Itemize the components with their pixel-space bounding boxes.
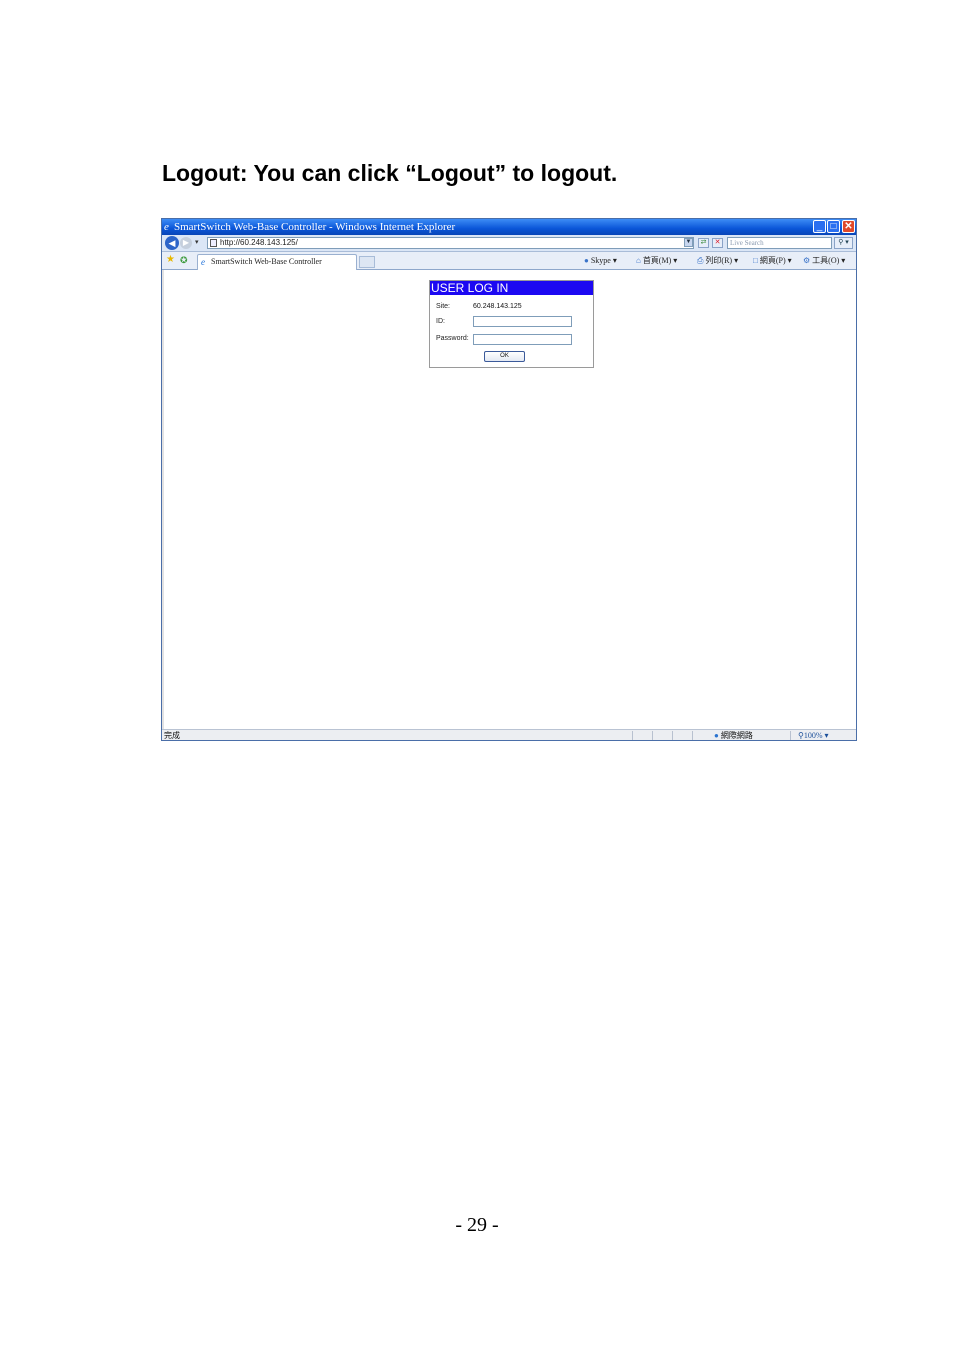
search-icon: ⚲ ▾ — [838, 239, 849, 246]
status-divider — [632, 731, 633, 740]
url-field[interactable]: http://60.248.143.125/ — [207, 237, 694, 249]
maximize-icon: □ — [830, 221, 837, 232]
globe-icon: ● — [714, 731, 719, 740]
page-content: USER LOG IN Site: 60.248.143.125 ID: Pas… — [162, 270, 856, 729]
tab-bar: ★ ✪ e SmartSwitch Web-Base Controller ● … — [162, 252, 856, 270]
ie-logo-icon: e — [164, 221, 169, 233]
search-field[interactable] — [727, 237, 832, 249]
status-text: 完成 — [164, 731, 180, 740]
new-tab-button[interactable] — [359, 256, 375, 268]
skype-icon: ● — [584, 256, 589, 265]
window-title: SmartSwitch Web-Base Controller - Window… — [174, 221, 456, 233]
password-input[interactable] — [473, 334, 572, 345]
tools-menu-button[interactable]: ⚙ 工具(O) ▾ — [803, 252, 845, 269]
address-bar: ◀ ▶ ▾ http://60.248.143.125/ ▼ ⇄ ✕ ⚲ ▾ — [162, 235, 856, 252]
back-button[interactable]: ◀ — [165, 236, 179, 250]
close-icon: ✕ — [844, 221, 853, 232]
password-label: Password: — [436, 335, 469, 342]
favorites-star-icon[interactable]: ★ — [166, 255, 175, 265]
maximize-button[interactable]: □ — [827, 220, 840, 233]
page-number: - 29 - — [455, 1214, 499, 1236]
printer-icon: ⎙ — [697, 256, 704, 265]
add-favorites-icon[interactable]: ✪ — [180, 255, 188, 265]
refresh-icon: ⇄ — [700, 239, 707, 246]
status-divider — [672, 731, 673, 740]
minimize-button[interactable]: _ — [813, 220, 826, 233]
status-divider — [692, 731, 693, 740]
url-dropdown-button[interactable]: ▼ — [684, 238, 693, 247]
forward-arrow-icon: ▶ — [182, 238, 190, 247]
close-button[interactable]: ✕ — [842, 220, 855, 233]
ok-button[interactable]: OK — [484, 351, 525, 362]
chevron-down-icon: ▼ — [685, 239, 692, 245]
page-icon — [210, 239, 217, 247]
title-bar: e SmartSwitch Web-Base Controller - Wind… — [162, 219, 856, 235]
stop-icon: ✕ — [714, 239, 721, 246]
status-bar: 完成 ● 網際網路 ⚲100% ▾ — [162, 729, 856, 740]
home-icon: ⌂ — [636, 256, 641, 265]
id-label: ID: — [436, 318, 445, 325]
gear-icon: ⚙ — [803, 256, 811, 265]
zoom-control[interactable]: ⚲100% ▾ — [798, 730, 829, 740]
print-button[interactable]: ⎙ 列印(R) ▾ — [697, 252, 738, 269]
minimize-icon: _ — [816, 221, 823, 232]
status-divider — [652, 731, 653, 740]
refresh-button[interactable]: ⇄ — [698, 238, 709, 248]
status-divider — [790, 731, 791, 740]
url-text[interactable]: http://60.248.143.125/ — [220, 238, 298, 248]
page-heading: Logout: You can click “Logout” to logout… — [162, 160, 618, 186]
search-input[interactable] — [728, 238, 831, 248]
login-title: USER LOG IN — [430, 281, 593, 295]
search-button[interactable]: ⚲ ▾ — [834, 237, 853, 249]
back-arrow-icon: ◀ — [168, 238, 176, 248]
login-panel: USER LOG IN Site: 60.248.143.125 ID: Pas… — [429, 280, 594, 368]
site-label: Site: — [436, 303, 451, 310]
stop-button[interactable]: ✕ — [712, 238, 723, 248]
history-dropdown[interactable]: ▾ — [195, 238, 199, 246]
home-button[interactable]: ⌂ 首頁(M) ▾ — [636, 252, 677, 269]
forward-button[interactable]: ▶ — [180, 237, 192, 249]
security-zone[interactable]: ● 網際網路 — [714, 730, 753, 740]
ie-page-icon: e — [201, 257, 205, 267]
page-menu-icon: □ — [753, 256, 758, 265]
skype-button[interactable]: ● Skype ▾ — [584, 252, 617, 269]
page-menu-button[interactable]: □ 網頁(P) ▾ — [753, 252, 792, 269]
tab-active[interactable]: e SmartSwitch Web-Base Controller — [197, 254, 357, 270]
browser-window: e SmartSwitch Web-Base Controller - Wind… — [161, 218, 857, 741]
tab-label: SmartSwitch Web-Base Controller — [211, 257, 322, 266]
id-input[interactable] — [473, 316, 572, 327]
site-value: 60.248.143.125 — [473, 303, 522, 310]
